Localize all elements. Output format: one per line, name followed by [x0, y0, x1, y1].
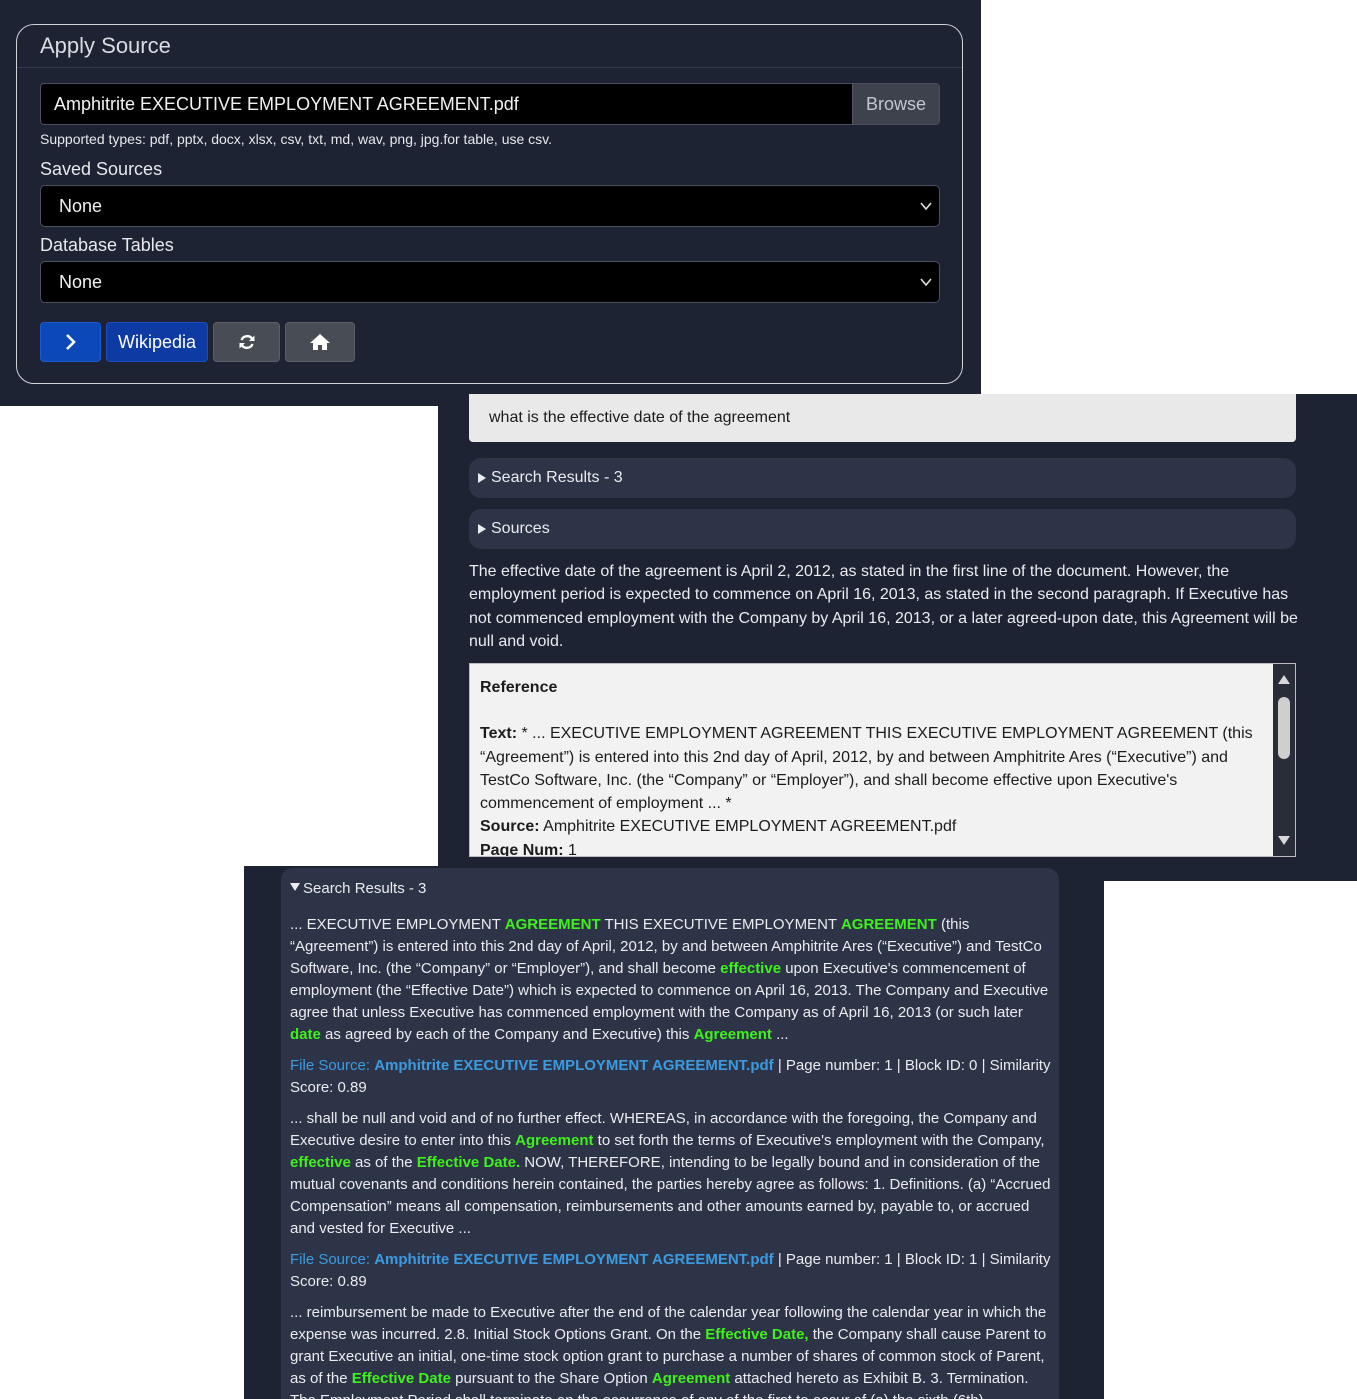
reference-page-label: Page Num: [480, 841, 564, 857]
apply-source-card: Apply Source Amphitrite EXECUTIVE EMPLOY… [16, 24, 963, 384]
reference-spacer [480, 699, 1266, 722]
saved-sources-select[interactable]: None [40, 185, 940, 227]
submit-button[interactable] [40, 322, 101, 362]
highlighted-term: Agreement [515, 1132, 594, 1149]
reference-scrollbar[interactable] [1273, 664, 1295, 856]
highlighted-term: AGREEMENT [504, 916, 601, 933]
file-name-value: Amphitrite EXECUTIVE EMPLOYMENT AGREEMEN… [54, 94, 519, 114]
reference-page-value: 1 [568, 841, 577, 857]
search-results-label: Search Results - 3 [491, 469, 623, 486]
highlighted-term: effective [720, 960, 782, 977]
header-divider [17, 67, 962, 68]
supported-types-text: Supported types: pdf, pptx, docx, xlsx, … [40, 131, 553, 147]
search-result-snippet: ... shall be null and void and of no fur… [290, 1108, 1052, 1240]
home-button[interactable] [285, 322, 355, 362]
sources-label: Sources [491, 520, 550, 537]
chevron-right-icon [65, 334, 76, 350]
triangle-right-icon [478, 473, 486, 483]
snippet-text: to set forth the terms of Executive's em… [593, 1132, 1045, 1149]
highlighted-term: AGREEMENT [840, 916, 937, 933]
file-source-label: File Source: [290, 1057, 375, 1074]
database-tables-select[interactable]: None [40, 261, 940, 303]
search-results-accordion[interactable]: Search Results - 3 [469, 458, 1296, 498]
refresh-icon [239, 334, 254, 350]
reference-text-label: Text: [480, 725, 518, 743]
reference-source-value: Amphitrite EXECUTIVE EMPLOYMENT AGREEMEN… [543, 818, 957, 836]
scrollbar-thumb[interactable] [1278, 697, 1290, 759]
reference-text-value: * ... EXECUTIVE EMPLOYMENT AGREEMENT THI… [480, 725, 1253, 813]
highlighted-term: Agreement [651, 1370, 731, 1387]
wikipedia-button[interactable]: Wikipedia [106, 322, 208, 362]
highlighted-term: Effective Date, [705, 1326, 809, 1343]
triangle-down-icon [290, 883, 300, 891]
highlighted-term: Effective Date [351, 1370, 451, 1387]
highlighted-term: Effective Date. [416, 1154, 521, 1171]
answer-text: The effective date of the agreement is A… [469, 563, 1298, 650]
chevron-down-icon [920, 278, 932, 287]
search-results-panel: Search Results - 3 ... EXECUTIVE EMPLOYM… [244, 866, 1104, 1399]
search-result-snippet: ... reimbursement be made to Executive a… [290, 1302, 1052, 1399]
snippet-text: as of the [350, 1154, 417, 1171]
snippet-text: ... [771, 1026, 789, 1043]
reference-title: Reference [480, 679, 558, 696]
reference-source: Source: Amphitrite EXECUTIVE EMPLOYMENT … [480, 815, 1266, 838]
search-results-card: Search Results - 3 ... EXECUTIVE EMPLOYM… [281, 868, 1059, 1399]
scroll-up-arrow-icon[interactable] [1278, 675, 1290, 684]
reference-box: Reference Text: * ... EXECUTIVE EMPLOYME… [469, 663, 1296, 857]
highlighted-term: Agreement [693, 1026, 772, 1043]
chat-panel: what is the effective date of the agreem… [438, 394, 1357, 881]
search-result-meta: File Source: Amphitrite EXECUTIVE EMPLOY… [290, 1055, 1052, 1099]
search-results-header-label: Search Results - 3 [303, 880, 427, 897]
apply-source-panel: Apply Source Amphitrite EXECUTIVE EMPLOY… [0, 0, 981, 406]
snippet-text: THIS EXECUTIVE EMPLOYMENT [600, 916, 841, 933]
snippet-text: ... EXECUTIVE EMPLOYMENT [290, 916, 505, 933]
question-bubble: what is the effective date of the agreem… [469, 394, 1296, 442]
refresh-button[interactable] [213, 322, 280, 362]
file-source-link[interactable]: Amphitrite EXECUTIVE EMPLOYMENT AGREEMEN… [374, 1057, 773, 1074]
reference-text: Text: * ... EXECUTIVE EMPLOYMENT AGREEME… [480, 722, 1266, 815]
search-result-meta: File Source: Amphitrite EXECUTIVE EMPLOY… [290, 1249, 1052, 1293]
sources-accordion[interactable]: Sources [469, 509, 1296, 549]
highlighted-term: date [290, 1026, 321, 1043]
database-tables-label: Database Tables [40, 235, 174, 255]
highlighted-term: effective [290, 1154, 351, 1171]
browse-button[interactable]: Browse [852, 84, 939, 124]
search-results-header[interactable]: Search Results - 3 [290, 880, 426, 897]
snippet-text: pursuant to the Share Option [450, 1370, 652, 1387]
file-input[interactable]: Amphitrite EXECUTIVE EMPLOYMENT AGREEMEN… [40, 83, 940, 125]
reference-page: Page Num: 1 [480, 839, 1266, 857]
reference-content: Reference Text: * ... EXECUTIVE EMPLOYME… [480, 676, 1266, 857]
chevron-down-icon [920, 202, 932, 211]
search-result-snippet: ... EXECUTIVE EMPLOYMENT AGREEMENT THIS … [290, 914, 1052, 1046]
database-tables-value: None [59, 272, 103, 292]
file-source-link[interactable]: Amphitrite EXECUTIVE EMPLOYMENT AGREEMEN… [374, 1251, 773, 1268]
file-source-label: File Source: [290, 1251, 375, 1268]
saved-sources-label: Saved Sources [40, 159, 163, 179]
question-text: what is the effective date of the agreem… [489, 409, 791, 426]
search-results-list: ... EXECUTIVE EMPLOYMENT AGREEMENT THIS … [290, 914, 1052, 1399]
apply-source-title: Apply Source [40, 33, 171, 58]
reference-source-label: Source: [480, 818, 540, 836]
snippet-text: as agreed by each of the Company and Exe… [320, 1026, 694, 1043]
home-icon [310, 334, 330, 350]
triangle-right-icon [478, 524, 486, 534]
saved-sources-value: None [59, 196, 103, 216]
scroll-down-arrow-icon[interactable] [1278, 836, 1290, 845]
